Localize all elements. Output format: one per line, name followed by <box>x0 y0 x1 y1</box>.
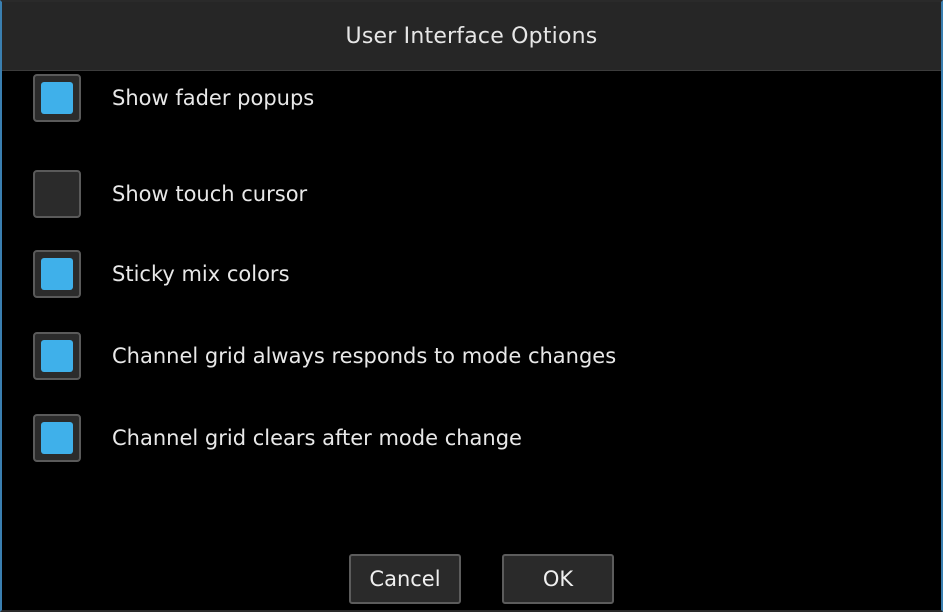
option-show-fader-popups[interactable]: Show fader popups <box>33 72 314 124</box>
show-touch-cursor-label: Show touch cursor <box>112 182 308 206</box>
channel-grid-clears-label: Channel grid clears after mode change <box>112 426 522 450</box>
channel-grid-responds-label: Channel grid always responds to mode cha… <box>112 344 617 368</box>
cancel-button[interactable]: Cancel <box>349 554 461 604</box>
option-show-touch-cursor[interactable]: Show touch cursor <box>33 168 307 220</box>
sticky-mix-colors-checkbox[interactable] <box>33 250 81 298</box>
sticky-mix-colors-label: Sticky mix colors <box>112 262 290 286</box>
dialog-titlebar: User Interface Options <box>2 2 941 71</box>
show-touch-cursor-checkbox[interactable] <box>33 170 81 218</box>
dialog-footer: Cancel OK <box>2 554 941 604</box>
checkbox-checked-indicator <box>41 422 73 454</box>
show-fader-popups-label: Show fader popups <box>112 86 315 110</box>
option-sticky-mix-colors[interactable]: Sticky mix colors <box>33 248 290 300</box>
checkbox-checked-indicator <box>41 258 73 290</box>
channel-grid-clears-checkbox[interactable] <box>33 414 81 462</box>
user-interface-options-dialog: User Interface Options Show fader popups… <box>0 0 943 612</box>
show-fader-popups-checkbox[interactable] <box>33 74 81 122</box>
option-channel-grid-clears[interactable]: Channel grid clears after mode change <box>33 412 522 464</box>
checkbox-checked-indicator <box>41 340 73 372</box>
ok-button[interactable]: OK <box>502 554 614 604</box>
dialog-title: User Interface Options <box>345 23 598 49</box>
checkbox-checked-indicator <box>41 82 73 114</box>
channel-grid-responds-checkbox[interactable] <box>33 332 81 380</box>
option-channel-grid-responds[interactable]: Channel grid always responds to mode cha… <box>33 330 616 382</box>
